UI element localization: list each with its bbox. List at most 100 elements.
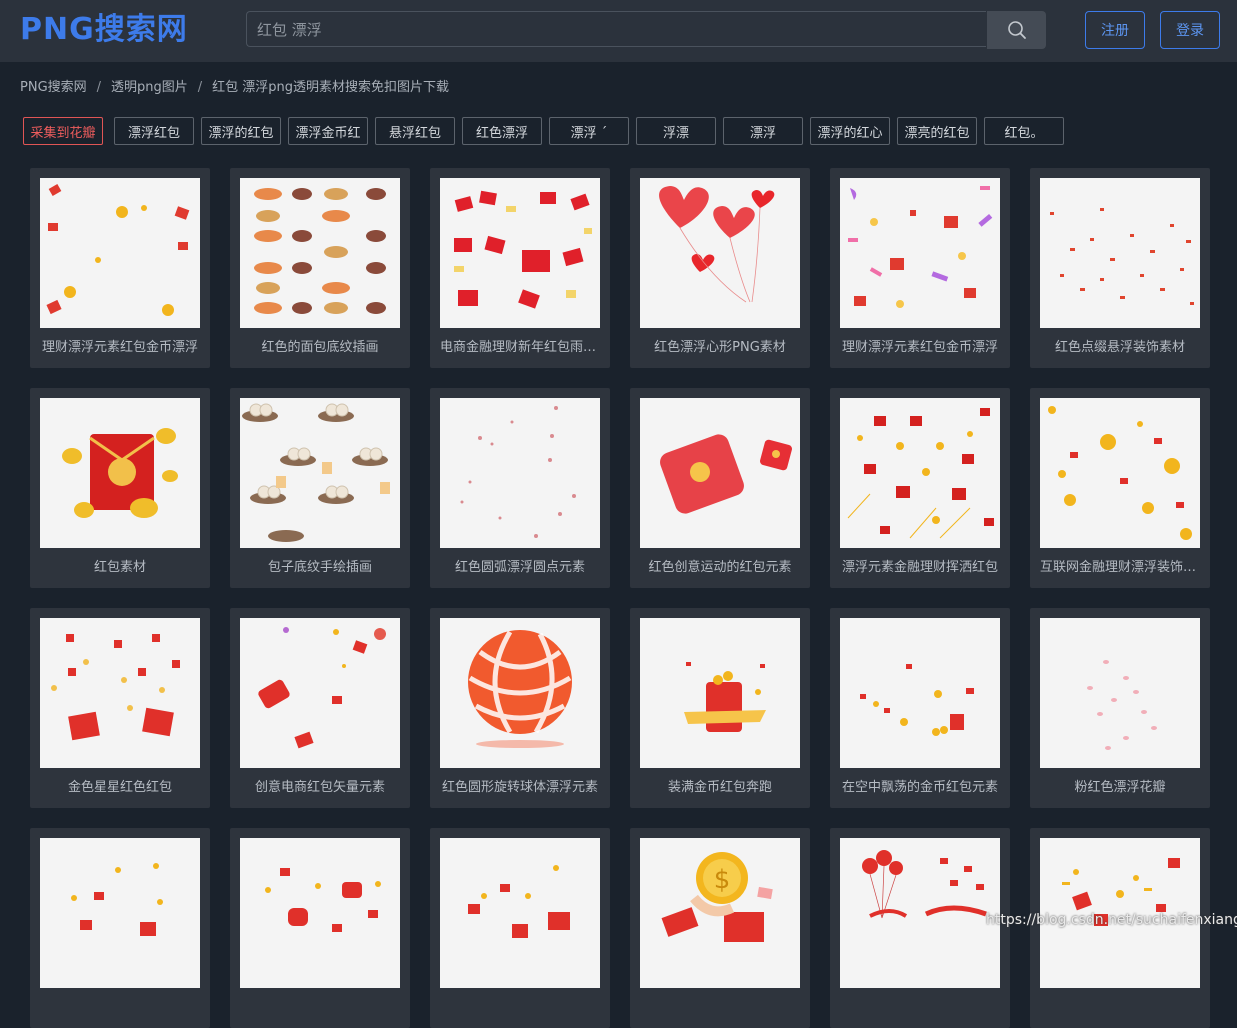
tag-item[interactable]: 漂浮 ´ — [549, 117, 629, 145]
image-thumbnail[interactable] — [840, 618, 1000, 768]
image-caption[interactable]: 漂浮元素金融理财挥洒红包 — [840, 556, 1000, 580]
image-caption[interactable]: 红色漂浮心形PNG素材 — [640, 336, 800, 360]
search-button[interactable] — [987, 11, 1046, 49]
register-button[interactable]: 注册 — [1085, 11, 1145, 49]
balloons-envelopes-image — [862, 850, 987, 919]
image-thumbnail[interactable] — [1040, 618, 1200, 768]
search-icon — [1007, 21, 1026, 39]
image-card[interactable] — [830, 828, 1010, 1028]
tag-item[interactable]: 红包。 — [984, 117, 1064, 145]
collect-to-huaban-button[interactable]: 采集到花瓣 — [23, 117, 103, 145]
tag-item[interactable]: 漂浮红包 — [114, 117, 194, 145]
ribbons-envelopes-image — [848, 186, 993, 308]
image-caption[interactable]: 包子底纹手绘插画 — [240, 556, 400, 580]
image-card[interactable]: 电商金融理财新年红包雨漂浮 — [430, 168, 610, 368]
image-card[interactable]: 红色的面包底纹插画 — [230, 168, 410, 368]
search-input[interactable] — [246, 11, 986, 47]
image-thumbnail[interactable] — [240, 618, 400, 768]
image-thumbnail[interactable] — [40, 618, 200, 768]
image-card[interactable]: 包子底纹手绘插画 — [230, 388, 410, 588]
image-card[interactable]: 装满金币红包奔跑 — [630, 608, 810, 808]
image-caption[interactable]: 红色圆弧漂浮圆点元素 — [440, 556, 600, 580]
image-caption[interactable]: 理财漂浮元素红包金币漂浮 — [40, 336, 200, 360]
image-caption[interactable]: 在空中飘荡的金币红包元素 — [840, 776, 1000, 800]
image-card[interactable]: 理财漂浮元素红包金币漂浮 — [830, 168, 1010, 368]
tag-item[interactable]: 红色漂浮 — [462, 117, 542, 145]
login-button[interactable]: 登录 — [1160, 11, 1220, 49]
image-caption[interactable]: 理财漂浮元素红包金币漂浮 — [840, 336, 1000, 360]
image-thumbnail[interactable] — [440, 398, 600, 548]
red-envelope-coins-image — [46, 184, 190, 316]
image-caption[interactable]: 红色圆形旋转球体漂浮元素 — [440, 776, 600, 800]
image-card[interactable]: 红色点缀悬浮装饰素材 — [1030, 168, 1210, 368]
image-card[interactable]: 红色漂浮心形PNG素材 — [630, 168, 810, 368]
image-caption[interactable]: 装满金币红包奔跑 — [640, 776, 800, 800]
image-thumbnail[interactable] — [840, 398, 1000, 548]
tag-item[interactable]: 悬浮红包 — [375, 117, 455, 145]
image-thumbnail[interactable] — [640, 178, 800, 328]
breadcrumb: PNG搜索网 / 透明png图片 / 红包 漂浮png透明素材搜索免扣图片下载 — [20, 78, 449, 98]
image-card[interactable]: $ — [630, 828, 810, 1028]
image-thumbnail[interactable] — [1040, 398, 1200, 548]
breadcrumb-home[interactable]: PNG搜索网 — [20, 78, 87, 98]
red-envelope-fu-image — [62, 428, 178, 518]
tag-item[interactable]: 漂浮的红心 — [810, 117, 890, 145]
image-card[interactable]: 创意电商红包矢量元素 — [230, 608, 410, 808]
image-card[interactable]: 理财漂浮元素红包金币漂浮 — [30, 168, 210, 368]
image-thumbnail[interactable] — [640, 618, 800, 768]
image-thumbnail[interactable] — [440, 178, 600, 328]
image-card[interactable]: 红包素材 — [30, 388, 210, 588]
watermark-text: https://blog.csdn.net/suchaifenxiang — [986, 912, 1237, 928]
tag-item[interactable]: 漂浮 — [723, 117, 803, 145]
image-card[interactable]: 在空中飘荡的金币红包元素 — [830, 608, 1010, 808]
image-caption[interactable]: 金色星星红色红包 — [40, 776, 200, 800]
image-card[interactable]: 红色圆形旋转球体漂浮元素 — [430, 608, 610, 808]
breadcrumb-separator: / — [197, 80, 203, 95]
image-card[interactable] — [430, 828, 610, 1028]
image-thumbnail[interactable] — [440, 838, 600, 988]
tag-item[interactable]: 漂浮的红包 — [201, 117, 281, 145]
envelopes-coins-image — [468, 865, 570, 938]
image-card[interactable]: 互联网金融理财漂浮装饰元素 — [1030, 388, 1210, 588]
image-thumbnail[interactable] — [40, 178, 200, 328]
image-thumbnail[interactable] — [640, 398, 800, 548]
image-card[interactable]: 漂浮元素金融理财挥洒红包 — [830, 388, 1010, 588]
image-card[interactable] — [30, 828, 210, 1028]
image-caption[interactable]: 互联网金融理财漂浮装饰元素 — [1040, 556, 1200, 580]
image-card[interactable]: 粉红色漂浮花瓣 — [1030, 608, 1210, 808]
red-arc-dots-image — [460, 406, 576, 538]
red-sphere-image — [468, 630, 572, 748]
image-caption[interactable]: 创意电商红包矢量元素 — [240, 776, 400, 800]
image-caption[interactable]: 红色创意运动的红包元素 — [640, 556, 800, 580]
image-thumbnail[interactable]: $ — [640, 838, 800, 988]
image-card[interactable]: 红色圆弧漂浮圆点元素 — [430, 388, 610, 588]
breadcrumb-separator: / — [96, 80, 102, 95]
image-thumbnail[interactable] — [40, 838, 200, 988]
site-logo[interactable]: PNG搜索网 — [20, 10, 188, 50]
running-envelope-image — [684, 662, 766, 732]
baozi-pattern-image — [242, 403, 390, 542]
tag-item[interactable]: 漂浮金币红 — [288, 117, 368, 145]
image-thumbnail[interactable] — [40, 398, 200, 548]
tag-item[interactable]: 浮漂 — [636, 117, 716, 145]
image-card[interactable] — [1030, 828, 1210, 1028]
image-thumbnail[interactable] — [1040, 178, 1200, 328]
image-card[interactable]: 金色星星红色红包 — [30, 608, 210, 808]
image-thumbnail[interactable] — [840, 178, 1000, 328]
image-thumbnail[interactable] — [840, 838, 1000, 988]
breadcrumb-category[interactable]: 透明png图片 — [111, 78, 188, 98]
image-caption[interactable]: 红包素材 — [40, 556, 200, 580]
image-thumbnail[interactable] — [240, 398, 400, 548]
image-caption[interactable]: 电商金融理财新年红包雨漂浮 — [440, 336, 600, 360]
image-thumbnail[interactable] — [240, 178, 400, 328]
image-card[interactable] — [230, 828, 410, 1028]
tag-item[interactable]: 漂亮的红包 — [897, 117, 977, 145]
image-thumbnail[interactable] — [240, 838, 400, 988]
image-caption[interactable]: 粉红色漂浮花瓣 — [1040, 776, 1200, 800]
image-thumbnail[interactable] — [440, 618, 600, 768]
image-caption[interactable]: 红色点缀悬浮装饰素材 — [1040, 336, 1200, 360]
finance-coins-image — [1048, 406, 1192, 540]
gold-dollar-coin-image: $ — [661, 852, 773, 942]
image-caption[interactable]: 红色的面包底纹插画 — [240, 336, 400, 360]
image-card[interactable]: 红色创意运动的红包元素 — [630, 388, 810, 588]
